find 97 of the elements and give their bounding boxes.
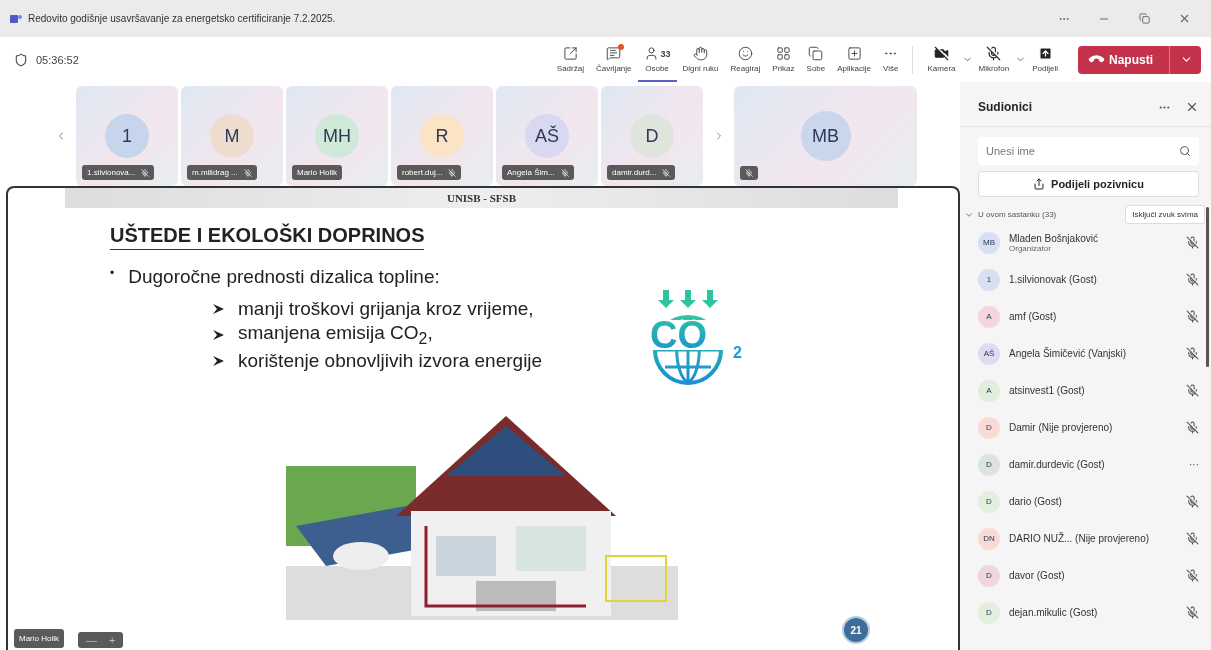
arrowhead-icon (213, 329, 224, 340)
avatar: MB (800, 111, 851, 161)
page-number: 21 (842, 616, 870, 644)
participant-name[interactable]: 1.silvionovak (Gost) (1009, 274, 1177, 285)
sub-bullet: korištenje obnovljivih izvora energije (238, 349, 543, 372)
smiley-icon (737, 46, 753, 61)
avatar: D (978, 453, 1000, 476)
toolbar-button[interactable]: Prikaz (766, 37, 801, 82)
toolbar-button[interactable]: Sadržaj (550, 37, 590, 82)
name-tag: damir.durd... (607, 165, 676, 180)
avatar: 1 (105, 114, 149, 158)
participant-name[interactable]: Damir (Nije provjereno) (1009, 422, 1177, 433)
avatar: MH (315, 114, 359, 158)
name-tag: m.milidrag ... (187, 165, 257, 180)
participant-name[interactable]: dejan.mikulic (Gost) (1009, 607, 1177, 618)
participant-name[interactable]: atsinvest1 (Gost) (1009, 385, 1177, 396)
slide-header: UNISB - SFSB (65, 188, 898, 208)
avatar: D (630, 114, 674, 158)
mic-off-icon (986, 46, 1002, 61)
participant-name[interactable]: dario (Gost) (1009, 496, 1177, 507)
device-button[interactable]: Mikrofon (972, 37, 1016, 82)
presenter-name: Mario Holik (14, 629, 64, 648)
search-field[interactable]: Unesi ime (978, 137, 1199, 165)
app-logo (10, 13, 22, 24)
section-label[interactable]: U ovom sastanku (33) (978, 210, 1122, 219)
grid-icon (775, 46, 791, 61)
name-tag: Mario Holik (292, 165, 342, 180)
avatar: R (420, 114, 464, 158)
zoom-out-button[interactable]: — (86, 634, 97, 646)
plus-square-icon (846, 46, 862, 61)
device-button[interactable]: Kamera (921, 37, 962, 82)
sub-bullet: manji troškovi grijanja kroz vrijeme, (238, 298, 534, 320)
participant-tile[interactable]: D damir.durd... (601, 86, 703, 186)
avatar: D (978, 601, 1000, 624)
participant-role: Organizator (1009, 243, 1051, 253)
toolbar-button[interactable]: Čavrljanje (589, 37, 638, 82)
avatar: DN (978, 527, 1000, 550)
name-tag: 1.silvionova... (82, 165, 155, 180)
bullet-line: Dugoročne prednosti dizalica topline: (128, 266, 440, 288)
avatar: D (978, 416, 1000, 439)
name-tag: Angela Šim... (502, 165, 574, 180)
slide-title: UŠTEDE I EKOLOŠKI DOPRINOS (110, 224, 425, 250)
share-icon (1033, 178, 1046, 190)
person-icon (643, 46, 659, 61)
camera-off-icon (934, 46, 949, 61)
avatar: AŠ (978, 342, 1000, 365)
invite-button[interactable]: Podijeli pozivnicu (978, 171, 1199, 197)
avatar: MB (978, 231, 1000, 254)
toolbar-button[interactable]: Digni ruku (676, 37, 725, 82)
scroll-bar[interactable] (1206, 207, 1209, 367)
zoom-in-button[interactable]: + (109, 634, 116, 646)
participant-tile[interactable]: 1 1.silvionova... (76, 86, 178, 186)
toolbar-button[interactable]: Aplikacije (831, 37, 878, 82)
leave-button[interactable]: Napusti (1078, 45, 1201, 74)
avatar: M (210, 114, 254, 158)
avatar: A (978, 305, 1000, 328)
squares-icon (808, 46, 824, 61)
device-button[interactable]: Podijeli (1026, 37, 1064, 82)
name-tag: robert.duj... (397, 165, 462, 180)
avatar: A (978, 379, 1000, 402)
avatar: 1 (978, 268, 1000, 291)
bullet-mark: • (110, 266, 115, 282)
close-icon[interactable] (1185, 100, 1199, 114)
avatar: AŠ (525, 114, 569, 158)
people-count: 33 (660, 48, 671, 59)
participant-name[interactable]: damir.durdevic (Gost) (1009, 459, 1180, 470)
hand-icon (693, 46, 709, 61)
participant-name[interactable]: davor (Gost) (1009, 570, 1177, 581)
meeting-timer: 05:36:52 (36, 53, 79, 66)
share-screen-icon (562, 46, 578, 61)
participant-name[interactable]: Angela Šimičević (Vanjski) (1009, 348, 1177, 359)
arrowhead-icon (213, 304, 224, 314)
restore-icon[interactable] (1138, 13, 1150, 24)
participant-name[interactable]: DARIO NUŽ... (Nije provjereno) (1009, 533, 1177, 544)
arrowhead-icon (213, 355, 224, 366)
window-title: Redovito godišnje usavršavanje za energetsko certificiranje 7.2.2025. (28, 13, 337, 24)
search-icon (1179, 145, 1191, 157)
upload-icon (1037, 46, 1053, 61)
co2-logo: CO 2 (635, 288, 755, 388)
toolbar-button[interactable]: Reagiraj (724, 37, 767, 82)
shield-icon (14, 52, 28, 67)
panel-title: Sudionici (978, 100, 1033, 114)
participant-tile[interactable]: R robert.duj... (391, 86, 493, 186)
participant-name[interactable]: amf (Gost) (1009, 311, 1177, 322)
participant-name[interactable]: Mladen Bošnjaković (1009, 232, 1177, 244)
toolbar-button[interactable]: Više (877, 37, 905, 82)
participant-tile[interactable]: M m.milidrag ... (181, 86, 283, 186)
avatar: D (978, 490, 1000, 513)
mute-all-button[interactable]: Isključi zvuk svima (1125, 205, 1205, 224)
participant-tile[interactable]: AŠ Angela Šim... (496, 86, 598, 186)
participant-tile[interactable]: MB (734, 86, 917, 186)
participant-tile[interactable]: MH Mario Holik (286, 86, 388, 186)
sub-bullet: smanjena emisija CO$_{2}$, (238, 322, 433, 348)
avatar: D (978, 564, 1000, 587)
toolbar-button[interactable]: Sobe (800, 37, 832, 82)
more-options[interactable]: ··· (1189, 459, 1199, 470)
chat-icon (606, 46, 622, 61)
